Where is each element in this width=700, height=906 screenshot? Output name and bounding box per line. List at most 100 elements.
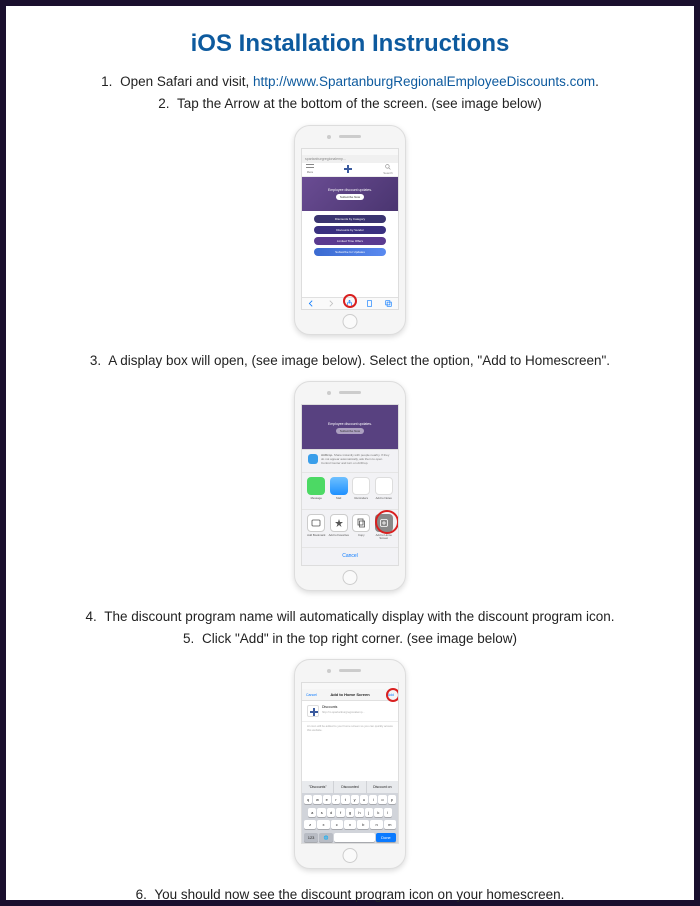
search-control: Search <box>382 164 394 175</box>
key: s <box>317 808 325 817</box>
key: i <box>369 795 377 804</box>
share-tile-reminders: Reminders <box>351 477 372 506</box>
action-add-favorites: Add to Favorites <box>329 514 350 543</box>
share-icon <box>346 300 353 307</box>
nav-bar: Cancel Add to Home Screen Add <box>302 689 398 701</box>
subscribe-button: Subscribe Now <box>336 194 364 200</box>
action-add-homescreen: Add to Home Screen <box>374 514 395 543</box>
menu-icon <box>306 164 314 170</box>
step-number: 3. <box>90 353 101 368</box>
phone-camera <box>327 135 331 139</box>
home-button <box>343 848 358 863</box>
menu-label: Menu <box>307 171 313 174</box>
airdrop-text: AirDrop. Share instantly with people nea… <box>321 454 392 466</box>
share-tile-mail: Mail <box>329 477 350 506</box>
airdrop-row: AirDrop. Share instantly with people nea… <box>302 450 398 472</box>
hero-title: Employee discount updates. <box>328 188 372 192</box>
share-row-apps: Message Mail Reminders Add to Notes <box>302 472 398 510</box>
bookmarks-icon <box>366 300 373 307</box>
safari-toolbar <box>302 297 398 309</box>
action-copy: Copy <box>351 514 372 543</box>
homescreen-icon <box>375 514 393 532</box>
form-fields: Discounts http://m.spartanburgregionalem… <box>322 705 393 714</box>
name-field: Discounts <box>322 705 393 709</box>
key: w <box>313 795 321 804</box>
step-1: 1. Open Safari and visit, http://www.Spa… <box>26 72 674 92</box>
page-title: iOS Installation Instructions <box>26 30 674 58</box>
key: d <box>327 808 335 817</box>
hero-banner: Employee discount updates. Subscribe Now <box>302 177 398 211</box>
add-form: Discounts http://m.spartanburgregionalem… <box>302 701 398 722</box>
key: g <box>346 808 354 817</box>
phone-illustration-1: spartanburgregionalemp... Menu Search Em… <box>26 125 674 335</box>
key: u <box>360 795 368 804</box>
book-icon <box>307 514 325 532</box>
vendor-button: Discounts by Vendor <box>314 226 386 234</box>
step-5: 5. Click "Add" in the top right corner. … <box>26 629 674 649</box>
key: k <box>374 808 382 817</box>
url-field: http://m.spartanburgregionalemp... <box>322 710 393 714</box>
phone-frame: spartanburgregionalemp... Menu Search Em… <box>294 125 406 335</box>
keyboard-row: 123 🌐 Done <box>302 831 398 844</box>
phone-frame: Employee discount updates. Subscribe Now… <box>294 381 406 591</box>
subscribe-button: Subscribe Now <box>336 428 364 434</box>
phone-illustration-3: Cancel Add to Home Screen Add Discounts … <box>26 659 674 869</box>
phone-illustration-2: Employee discount updates. Subscribe Now… <box>26 381 674 591</box>
key-done: Done <box>376 833 396 842</box>
forward-icon <box>327 300 334 307</box>
key: n <box>370 820 382 829</box>
home-button <box>343 570 358 585</box>
notes-icon <box>375 477 393 495</box>
step-3: 3. A display box will open, (see image b… <box>26 351 674 371</box>
phone-camera <box>327 391 331 395</box>
key-globe: 🌐 <box>319 833 333 842</box>
site-header: Menu Search <box>302 163 398 177</box>
key: p <box>388 795 396 804</box>
key: o <box>378 795 386 804</box>
tabs-icon <box>385 300 392 307</box>
message-icon <box>307 477 325 495</box>
step-number: 6. <box>136 887 147 902</box>
key: c <box>331 820 343 829</box>
phone-speaker <box>339 669 361 672</box>
step-number: 5. <box>183 631 194 646</box>
step-text: Open Safari and visit, <box>120 74 253 89</box>
nav-title: Add to Home Screen <box>302 692 398 697</box>
back-icon <box>308 300 315 307</box>
key: y <box>351 795 359 804</box>
dimmed-background: Employee discount updates. Subscribe Now <box>302 405 398 451</box>
step-text-post: . <box>595 74 599 89</box>
suggestions-bar: "Discounts" Discounted Discount on <box>302 781 398 793</box>
phone-frame: Cancel Add to Home Screen Add Discounts … <box>294 659 406 869</box>
action-add-bookmark: Add Bookmark <box>306 514 327 543</box>
key: r <box>332 795 340 804</box>
key: x <box>317 820 329 829</box>
key-123: 123 <box>304 833 318 842</box>
key: t <box>341 795 349 804</box>
offers-button: Limited Time Offers <box>314 237 386 245</box>
key: q <box>304 795 312 804</box>
share-tile-notes: Add to Notes <box>374 477 395 506</box>
suggestion: "Discounts" <box>302 781 334 793</box>
step-number: 4. <box>85 609 96 624</box>
phone-screen: spartanburgregionalemp... Menu Search Em… <box>301 148 399 310</box>
key: m <box>384 820 396 829</box>
suggestion: Discounted <box>334 781 366 793</box>
keyboard-row: asdfghjkl <box>302 806 398 819</box>
key: b <box>357 820 369 829</box>
search-icon <box>385 164 391 170</box>
share-row-actions: Add Bookmark Add to Favorites Copy Add t… <box>302 509 398 547</box>
install-url-link[interactable]: http://www.SpartanburgRegionalEmployeeDi… <box>253 74 595 89</box>
phone-camera <box>327 669 331 673</box>
step-text: You should now see the discount program … <box>154 887 564 902</box>
suggestion: Discount on <box>367 781 398 793</box>
step-number: 1. <box>101 74 112 89</box>
phone-screen: Cancel Add to Home Screen Add Discounts … <box>301 682 399 844</box>
mail-icon <box>330 477 348 495</box>
cancel-button: Cancel <box>302 547 398 565</box>
keyboard-row: qwertyuiop <box>302 793 398 806</box>
airdrop-icon <box>308 454 318 464</box>
phone-speaker <box>339 135 361 138</box>
step-number: 2. <box>158 96 169 111</box>
step-text: A display box will open, (see image belo… <box>108 353 610 368</box>
